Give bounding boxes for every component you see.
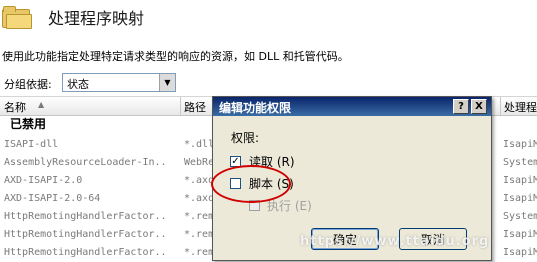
row-handler: IsapiM: [503, 193, 537, 204]
permissions-label: 权限:: [231, 131, 260, 145]
row-name: AXD-ISAPI-2.0: [4, 175, 83, 186]
help-button[interactable]: ?: [453, 99, 469, 114]
chevron-down-icon[interactable]: ▼: [159, 74, 175, 91]
close-button[interactable]: X: [471, 99, 487, 114]
sort-ascending-icon: ▲: [38, 100, 45, 109]
column-header-path[interactable]: 路径: [184, 99, 206, 114]
row-handler: IsapiM: [503, 175, 537, 186]
row-handler: System: [503, 157, 537, 168]
folder-icon: [2, 6, 32, 29]
row-handler: IsapiM: [503, 139, 537, 150]
group-label-disabled: 已禁用: [10, 117, 47, 131]
groupby-label: 分组依据:: [4, 78, 52, 91]
dialog-title-bar[interactable]: 编辑功能权限 ? X: [213, 97, 491, 116]
row-name: HttpRemotingHandlerFactor...: [4, 229, 168, 240]
row-name: HttpRemotingHandlerFactor...: [4, 247, 168, 258]
page-description: 使用此功能指定处理特定请求类型的响应的资源，如 DLL 和托管代码。: [2, 50, 349, 63]
row-name: AssemblyResourceLoader-In...: [4, 157, 168, 168]
annotation-circle: [211, 165, 291, 203]
column-divider[interactable]: [500, 97, 501, 115]
page-title: 处理程序映射: [48, 9, 145, 28]
row-name: ISAPI-dll: [4, 139, 59, 150]
row-name: HttpRemotingHandlerFactor...: [4, 211, 168, 222]
groupby-select[interactable]: 状态 ▼: [62, 73, 176, 92]
dialog-title: 编辑功能权限: [219, 101, 292, 115]
row-handler: IsapiM: [503, 247, 537, 258]
row-handler: IsapiM: [503, 229, 537, 240]
groupby-value: 状态: [67, 78, 89, 91]
column-header-name[interactable]: 名称: [4, 99, 26, 114]
row-handler: System: [503, 211, 537, 222]
watermark-text: https://www.ttaidu.org: [300, 234, 490, 249]
row-name: AXD-ISAPI-2.0-64: [4, 193, 101, 204]
column-header-handler[interactable]: 处理程序: [504, 99, 537, 114]
column-divider[interactable]: [180, 97, 181, 115]
